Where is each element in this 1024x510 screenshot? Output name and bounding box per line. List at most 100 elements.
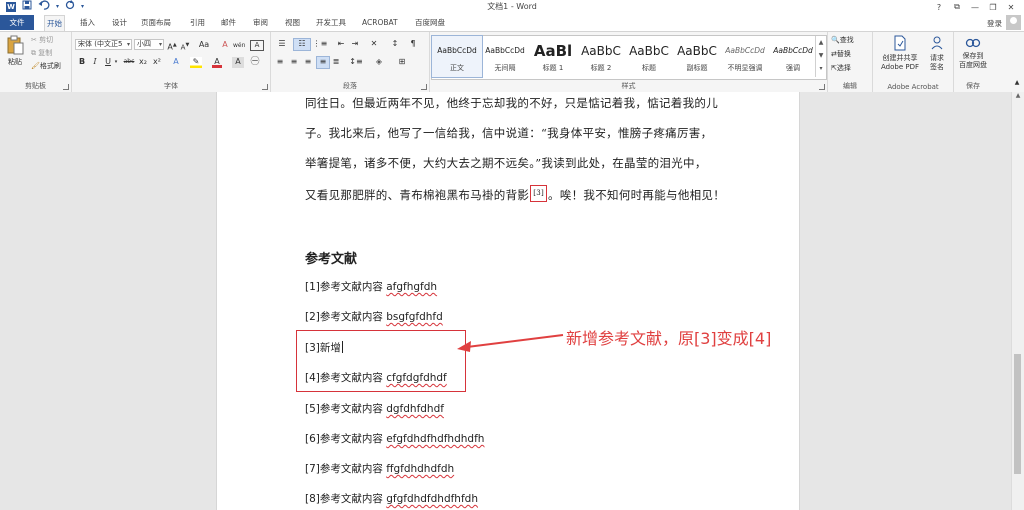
style-emphasis[interactable]: AaBbCcDd 强调 <box>768 36 818 77</box>
cut-button[interactable]: ✂ 剪切 <box>31 36 53 45</box>
undo-icon[interactable] <box>38 0 50 14</box>
reference-item: [6]参考文献内容 efgfdhdfhdfhdhdfh <box>305 431 484 446</box>
sort-icon[interactable]: ↕ <box>389 39 401 50</box>
tab-references[interactable]: 引用 <box>188 15 207 30</box>
clear-format-icon[interactable]: A <box>220 40 230 51</box>
tab-acrobat[interactable]: ACROBAT <box>360 15 400 30</box>
change-case-button[interactable]: Aa <box>196 40 212 51</box>
sign-in-link[interactable]: 登录 <box>987 18 1002 29</box>
find-button[interactable]: 🔍查找 <box>831 36 854 45</box>
font-name-select[interactable]: 宋体 (中文正5 ▾ <box>75 39 132 50</box>
more-styles-icon[interactable]: ▾ <box>816 62 826 75</box>
tab-home[interactable]: 开始 <box>44 15 65 32</box>
strikethrough-button[interactable]: abc <box>122 57 136 68</box>
chevron-down-icon[interactable]: ▼ <box>816 49 826 62</box>
multilevel-list-icon[interactable]: ⋮≡ <box>312 39 328 50</box>
document-page[interactable]: 同往日。但最近两年不见，他终于忘却我的不好，只是惦记着我，惦记着我的儿 子。我北… <box>216 92 800 510</box>
superscript-button[interactable]: x² <box>152 57 162 68</box>
borders-icon[interactable]: ⊞ <box>395 57 409 68</box>
styles-gallery-scroll[interactable]: ▲ ▼ ▾ <box>815 36 826 77</box>
reference-latin: gfgfdhdfdhdfhfdh <box>386 493 478 505</box>
style-title[interactable]: AaBbC 标题 <box>624 36 674 77</box>
reference-number: [6] <box>305 433 320 445</box>
text-effects-icon[interactable]: A <box>171 57 181 68</box>
align-left-icon[interactable]: ≡ <box>274 57 286 68</box>
tab-developer[interactable]: 开发工具 <box>314 15 348 30</box>
distributed-icon[interactable]: ≣ <box>330 57 342 68</box>
copy-button[interactable]: ⧉ 复制 <box>31 49 52 58</box>
tab-review[interactable]: 审阅 <box>251 15 270 30</box>
restore-button[interactable]: ❐ <box>984 3 1002 12</box>
scroll-up-icon[interactable]: ▲ <box>1012 92 1024 102</box>
align-right-icon[interactable]: ≡ <box>302 57 314 68</box>
shrink-font-button[interactable]: A▼ <box>180 40 190 51</box>
highlight-icon[interactable]: ✎ <box>190 57 202 68</box>
tab-file[interactable]: 文件 <box>0 15 34 30</box>
font-size-select[interactable]: 小四 ▾ <box>134 39 164 50</box>
chevron-up-icon[interactable]: ▲ <box>816 36 826 49</box>
tab-view[interactable]: 视图 <box>283 15 302 30</box>
save-to-baidu-button[interactable]: 保存到 百度网盘 <box>954 35 992 70</box>
italic-button[interactable]: I <box>90 57 100 68</box>
collapse-ribbon-icon[interactable]: ▲ <box>1012 78 1022 89</box>
shading-icon[interactable]: ◈ <box>372 57 386 68</box>
enclosed-char-icon[interactable]: ㊀ <box>248 57 262 68</box>
vertical-scrollbar[interactable]: ▲ <box>1011 92 1024 510</box>
help-button[interactable]: ? <box>930 3 948 12</box>
font-launcher-icon[interactable] <box>262 84 268 90</box>
tab-insert[interactable]: 插入 <box>78 15 97 30</box>
tab-mailings[interactable]: 邮件 <box>219 15 238 30</box>
replace-button[interactable]: ⇄替换 <box>831 50 851 59</box>
bullets-icon[interactable]: ☰ <box>274 39 290 50</box>
tab-design[interactable]: 设计 <box>110 15 129 30</box>
tab-baidu-netdisk[interactable]: 百度网盘 <box>413 15 447 30</box>
reference-item: [1]参考文献内容 afgfhgfdh <box>305 279 437 294</box>
phonetic-label: wén <box>233 42 246 49</box>
style-no-spacing[interactable]: AaBbCcDd 无间隔 <box>480 36 530 77</box>
word-app-icon[interactable]: W <box>6 2 16 12</box>
font-color-icon[interactable]: A <box>212 57 222 68</box>
style-normal[interactable]: AaBbCcDd 正文 <box>431 35 483 78</box>
format-painter-button[interactable]: 🖌格式刷 <box>31 62 61 71</box>
char-border-icon[interactable]: A <box>250 40 264 51</box>
decrease-indent-icon[interactable]: ⇤ <box>335 39 347 50</box>
avatar[interactable] <box>1006 15 1021 30</box>
bold-button[interactable]: B <box>77 57 87 68</box>
minimize-button[interactable]: — <box>966 3 984 12</box>
numbering-icon[interactable]: ☷ <box>293 38 311 51</box>
ribbon-display-button[interactable]: ⧉ <box>948 2 966 12</box>
underline-button[interactable]: U <box>103 57 113 68</box>
asian-layout-icon[interactable]: ✕ <box>367 39 381 50</box>
style-subtle-emphasis[interactable]: AaBbCcDd 不明显强调 <box>720 36 770 77</box>
style-subtitle[interactable]: AaBbC 副标题 <box>672 36 722 77</box>
increase-indent-icon[interactable]: ⇥ <box>349 39 361 50</box>
redo-icon[interactable] <box>65 0 75 14</box>
char-shading-icon[interactable]: A <box>232 57 244 68</box>
request-signature-button[interactable]: 请求 签名 <box>926 35 948 72</box>
customize-qat-icon[interactable]: ▾ <box>81 1 84 13</box>
align-center-icon[interactable]: ≡ <box>288 57 300 68</box>
tab-page-layout[interactable]: 页面布局 <box>139 15 173 30</box>
grow-font-button[interactable]: A▲ <box>167 40 177 52</box>
justify-icon[interactable]: ≡ <box>316 56 330 69</box>
paste-button[interactable]: 粘贴 <box>4 35 26 67</box>
chevron-down-icon[interactable]: ▾ <box>113 57 119 68</box>
scrollbar-thumb[interactable] <box>1014 354 1021 474</box>
style-heading-2[interactable]: AaBbC 标题 2 <box>576 36 626 77</box>
phonetic-guide-button[interactable]: wén <box>233 40 245 51</box>
dropdown-chevron-icon[interactable]: ▾ <box>56 1 59 13</box>
line-spacing-icon[interactable]: ↕≡ <box>348 57 364 68</box>
request-label-1: 请求 <box>930 54 944 62</box>
select-button[interactable]: ⇱选择 <box>831 64 851 73</box>
clipboard-launcher-icon[interactable] <box>63 84 69 90</box>
styles-launcher-icon[interactable] <box>819 84 825 90</box>
create-pdf-button[interactable]: 创建并共享 Adobe PDF <box>876 35 924 72</box>
style-heading-1[interactable]: AaBl 标题 1 <box>528 36 578 77</box>
show-marks-icon[interactable]: ¶ <box>407 39 419 50</box>
subscript-button[interactable]: x₂ <box>138 57 148 68</box>
paragraph-launcher-icon[interactable] <box>421 84 427 90</box>
citation-marker[interactable]: [3] <box>530 185 548 202</box>
body-text-after-citation: 。唉！我不知何时再能与他相见！ <box>548 188 726 202</box>
close-button[interactable]: ✕ <box>1002 3 1020 12</box>
save-icon[interactable] <box>22 0 32 14</box>
